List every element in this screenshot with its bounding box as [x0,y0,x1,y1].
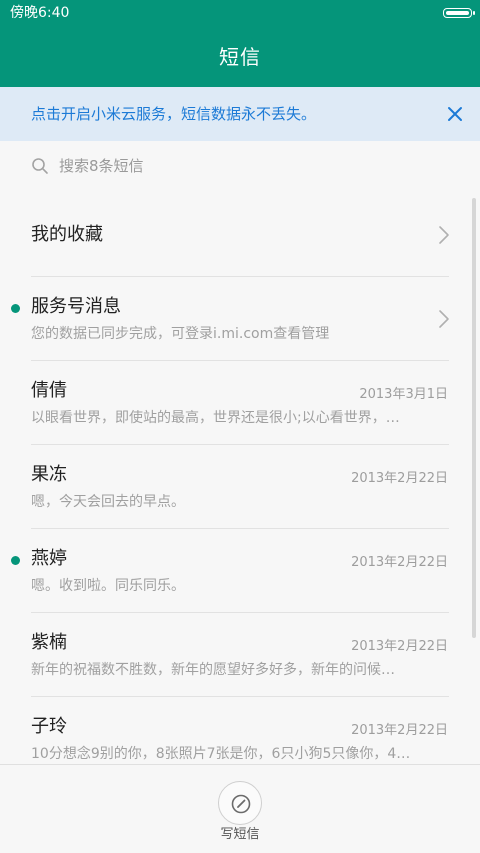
conversation-row-service[interactable]: 服务号消息 您的数据已同步完成，可登录i.mi.com查看管理 [0,277,480,361]
conversation-row[interactable]: 果冻 2013年2月22日 嗯，今天会回去的早点。 [0,445,480,529]
chevron-right-icon [439,226,449,244]
conversation-name: 燕婷 [31,548,67,569]
conversation-name: 子玲 [31,716,67,737]
favorites-label: 我的收藏 [31,224,103,245]
scrollbar[interactable] [472,198,476,638]
conversation-name: 倩倩 [31,380,67,401]
conversation-date: 2013年2月22日 [351,555,448,570]
conversation-preview: 新年的祝福数不胜数，新年的愿望好多好多，新年的问候… [31,662,395,678]
favorites-row[interactable]: 我的收藏 [0,193,480,277]
conversation-row[interactable]: 紫楠 2013年2月22日 新年的祝福数不胜数，新年的愿望好多好多，新年的问候… [0,613,480,697]
conversation-preview: 嗯。收到啦。同乐同乐。 [31,578,185,594]
compose-label[interactable]: 写短信 [0,827,480,843]
conversation-name: 紫楠 [31,632,67,653]
cloud-service-banner[interactable]: 点击开启小米云服务，短信数据永不丢失。 [0,87,480,141]
conversation-date: 2013年2月22日 [351,723,448,738]
conversation-name: 果冻 [31,464,67,485]
conversation-preview: 嗯，今天会回去的早点。 [31,494,185,510]
conversation-preview: 10分想念9别的你，8张照片7张是你，6只小狗5只像你，4… [31,746,411,762]
unread-dot [11,556,20,565]
banner-text[interactable]: 点击开启小米云服务，短信数据永不丢失。 [31,104,316,124]
conversation-preview: 以眼看世界，即使站的最高，世界还是很小;以心看世界，… [31,410,400,426]
bottom-bar: 写短信 [0,764,480,853]
compose-icon [231,794,251,814]
conversation-row[interactable]: 子玲 2013年2月22日 10分想念9别的你，8张照片7张是你，6只小狗5只像… [0,697,480,764]
search-placeholder[interactable]: 搜索8条短信 [59,156,144,176]
conversation-date: 2013年2月22日 [351,639,448,654]
conversation-row[interactable]: 燕婷 2013年2月22日 嗯。收到啦。同乐同乐。 [0,529,480,613]
status-bar: 傍晚6:40 [0,0,480,27]
search-bar[interactable]: 搜索8条短信 [0,141,480,193]
status-time: 傍晚6:40 [10,5,70,21]
compose-button[interactable] [218,781,262,825]
page-title: 短信 [219,45,261,69]
conversation-date: 2013年3月1日 [359,387,448,402]
battery-icon [443,8,475,18]
chevron-right-icon [439,310,449,328]
conversation-date: 2013年2月22日 [351,471,448,486]
search-icon [32,158,48,174]
conversation-row[interactable]: 倩倩 2013年3月1日 以眼看世界，即使站的最高，世界还是很小;以心看世界，… [0,361,480,445]
conversation-preview: 您的数据已同步完成，可登录i.mi.com查看管理 [31,326,330,342]
unread-dot [11,304,20,313]
close-icon[interactable] [446,105,464,123]
conversation-list[interactable]: 我的收藏 服务号消息 您的数据已同步完成，可登录i.mi.com查看管理 倩倩 … [0,193,480,764]
app-header: 短信 [0,27,480,87]
conversation-name: 服务号消息 [31,296,121,317]
